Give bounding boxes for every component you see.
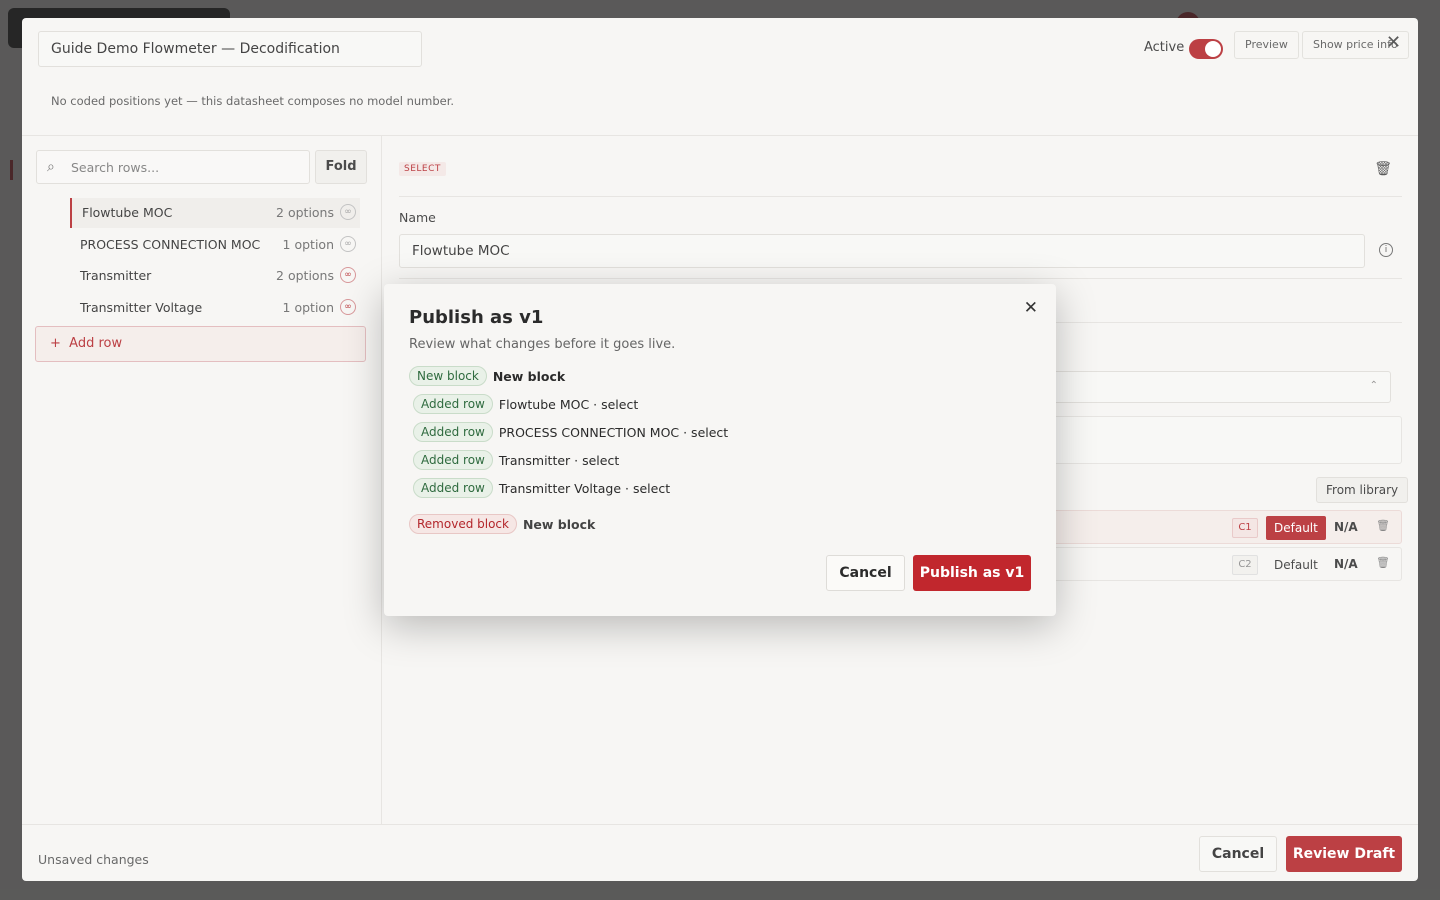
change-pill: Removed block xyxy=(409,514,517,534)
change-text: Flowtube MOC · select xyxy=(498,396,639,412)
change-item: Added row Transmitter Voltage · select xyxy=(413,478,670,498)
change-item: Added row Flowtube MOC · select xyxy=(413,394,638,414)
change-pill: Added row xyxy=(413,450,493,470)
modal-subtitle: Review what changes before it goes live. xyxy=(409,337,676,352)
change-text: Transmitter · select xyxy=(498,452,620,468)
change-item: Removed block New block xyxy=(409,514,595,534)
change-text: Transmitter Voltage · select xyxy=(498,480,671,496)
change-pill: Added row xyxy=(413,422,493,442)
change-item: Added row PROCESS CONNECTION MOC · select xyxy=(413,422,728,442)
publish-button[interactable]: Publish as v1 xyxy=(913,555,1031,591)
close-icon[interactable]: ✕ xyxy=(1024,298,1038,318)
change-text: New block xyxy=(492,368,566,384)
change-item: Added row Transmitter · select xyxy=(413,450,619,470)
publish-modal: ✕ Publish as v1 Review what changes befo… xyxy=(384,284,1056,616)
change-pill: Added row xyxy=(413,394,493,414)
change-item: New block New block xyxy=(409,366,565,386)
change-text: New block xyxy=(522,516,596,532)
change-pill: Added row xyxy=(413,478,493,498)
modal-title: Publish as v1 xyxy=(409,307,544,328)
change-pill: New block xyxy=(409,366,487,386)
modal-cancel-button[interactable]: Cancel xyxy=(826,555,905,591)
change-text: PROCESS CONNECTION MOC · select xyxy=(498,424,729,440)
